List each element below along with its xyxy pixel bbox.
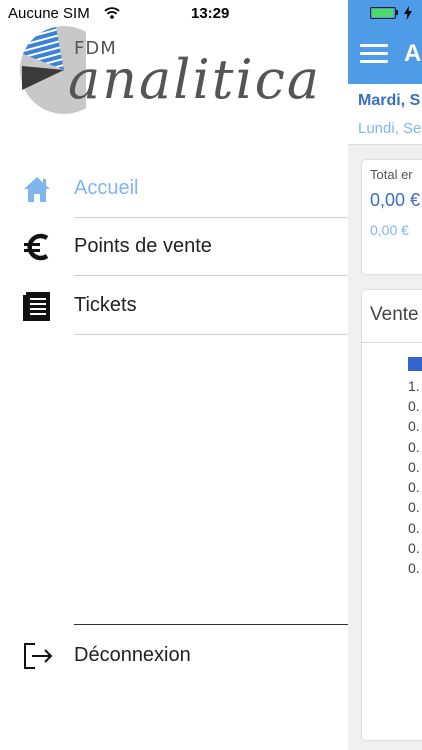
total-card-label: Total er (370, 167, 413, 182)
menu-item-label: Points de vente (74, 235, 212, 257)
euro-icon (22, 232, 52, 262)
axis-tick: 0. (408, 398, 420, 414)
logout-button[interactable]: Déconnexion (0, 628, 348, 686)
menu-item-label: Accueil (74, 177, 139, 199)
logout-label: Déconnexion (74, 644, 191, 666)
divider (362, 342, 422, 343)
sales-card-title: Vente (370, 304, 419, 325)
divider (74, 275, 348, 276)
date-secondary: Lundi, Se (358, 120, 422, 137)
side-drawer: FDM analitica Accueil Points de vente Ti… (0, 0, 348, 750)
menu-item-points-de-vente[interactable]: Points de vente (0, 218, 348, 276)
hamburger-menu-icon[interactable] (360, 44, 388, 64)
status-time: 13:29 (191, 5, 230, 22)
wifi-icon (104, 6, 120, 24)
logo-wordmark: analitica (68, 48, 322, 111)
menu-item-label: Tickets (74, 294, 137, 316)
legend-swatch (408, 357, 422, 371)
date-primary[interactable]: Mardi, S (358, 92, 420, 110)
total-card-value: 0,00 € (370, 190, 421, 210)
axis-tick: 0. (408, 439, 420, 455)
axis-tick: 1. (408, 378, 420, 394)
total-card: Total er 0,00 € 0,00 € (362, 160, 422, 274)
axis-tick: 0. (408, 560, 420, 576)
charging-icon (404, 6, 412, 25)
home-icon (22, 174, 52, 204)
axis-tick: 0. (408, 520, 420, 536)
date-bar: Mardi, S Lundi, Se (348, 84, 422, 145)
divider (74, 334, 348, 335)
sales-card: Vente 1. 0. 0. 0. 0. 0. 0. 0. 0. 0. (362, 290, 422, 740)
total-card-compare: 0,00 € (370, 222, 409, 238)
carrier-label: Aucune SIM (8, 5, 90, 22)
battery-icon (370, 7, 398, 19)
menu-item-accueil[interactable]: Accueil (0, 160, 348, 218)
axis-tick: 0. (408, 540, 420, 556)
main-app-panel: Ac Mardi, S Lundi, Se Total er 0,00 € 0,… (348, 0, 422, 750)
app-header-title: Ac (404, 40, 422, 67)
menu-item-tickets[interactable]: Tickets (0, 277, 348, 335)
receipt-icon (22, 291, 52, 321)
axis-tick: 0. (408, 499, 420, 515)
divider (74, 624, 348, 625)
axis-tick: 0. (408, 459, 420, 475)
logout-icon (22, 640, 54, 672)
axis-tick: 0. (408, 418, 420, 434)
status-bar: Aucune SIM 13:29 (0, 0, 422, 26)
axis-tick: 0. (408, 479, 420, 495)
